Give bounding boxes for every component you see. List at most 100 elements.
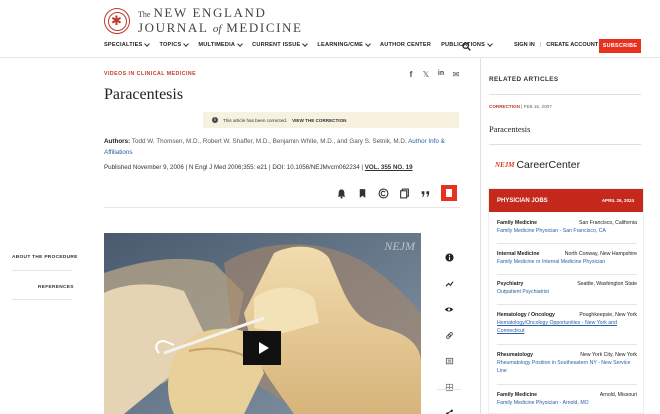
nav-label: CURRENT ISSUE [252,42,301,48]
logo-of: of [212,23,222,35]
divider [497,384,637,385]
nav-label: LEARNING/CME [317,42,364,48]
job-location: North Conway, New Hampshire [564,251,637,257]
alert-bell-icon[interactable] [336,188,347,199]
nejm-logo[interactable]: TheNEW ENGLAND JOURNAL of MEDICINE [104,6,303,35]
nav-specialties[interactable]: SPECIALTIES [104,41,151,48]
job-location: Poughkeepsie, New York [579,312,637,318]
nav-multimedia[interactable]: MULTIMEDIA [198,41,243,48]
subscribe-button[interactable]: SUBSCRIBE [599,39,641,53]
job-title-link[interactable]: Family Medicine Physician - San Francisc… [497,228,637,236]
job-listing[interactable]: Hematology / Oncology Poughkeepsie, New Y… [497,312,637,335]
correction-notice: i This article has been corrected. VIEW … [203,112,459,128]
job-location: Arnold, Missouri [599,392,637,398]
divider [104,207,460,208]
career-jobs-box: PHYSICIAN JOBS APRIL 26, 2024 Family Med… [488,188,644,414]
job-title-link[interactable]: Family Medicine Physician - Arnold, MO [497,400,637,408]
account-links: SIGN IN | CREATE ACCOUNT [514,42,598,48]
x-icon[interactable]: 𝕏 [422,70,430,79]
trending-icon[interactable] [439,273,459,293]
job-specialty: Internal Medicine [497,251,540,257]
video-watermark: NEJM [384,239,415,253]
career-nejm-mark: NEJM [495,161,515,169]
related-article-tag: CORRECTION [489,104,520,109]
divider [489,144,641,145]
info-icon[interactable] [439,247,459,267]
sidebar-link-references[interactable]: REFERENCES [38,285,74,290]
divider [497,274,637,275]
linkedin-icon[interactable]: in [437,70,445,79]
email-icon[interactable]: ✉ [452,70,460,79]
video-player[interactable]: NEJM [104,233,421,414]
job-listing[interactable]: Family Medicine Arnold, Missouri Family M… [497,392,637,408]
chevron-down-icon [237,41,243,47]
job-listing[interactable]: Family Medicine San Francisco, California… [497,220,637,236]
chevron-down-icon [365,41,371,47]
logo-the: The [138,10,151,19]
sidebar-link-about[interactable]: ABOUT THE PROCEDURE [12,255,78,260]
authors-label: Authors: [104,138,131,145]
physician-jobs-label: PHYSICIAN JOBS [497,197,548,204]
job-specialty: Family Medicine [497,220,538,226]
authors-block: Authors: Todd W. Thomsen, M.D., Robert W… [104,137,460,158]
sign-in-link[interactable]: SIGN IN [514,42,535,48]
eye-icon[interactable] [439,299,459,319]
grid-icon[interactable] [439,377,459,397]
quote-icon[interactable] [420,188,431,199]
physician-jobs-date: APRIL 26, 2024 [601,198,634,203]
divider [489,94,641,95]
view-correction-link[interactable]: VIEW THE CORRECTION [292,118,346,123]
job-specialty: Hematology / Oncology [497,312,555,318]
job-title-link[interactable]: Hematology/Oncology Opportunities - New … [497,320,637,335]
facebook-icon[interactable]: f [407,70,415,79]
create-account-link[interactable]: CREATE ACCOUNT [546,42,598,48]
copyright-icon[interactable] [378,188,389,199]
right-rail: RELATED ARTICLES CORRECTION | FEB 15, 20… [480,58,660,414]
pdf-button[interactable] [441,185,457,201]
job-listing[interactable]: Rheumatology New York City, New York Rheu… [497,352,637,375]
job-listing[interactable]: Psychiatry Seattle, Washington State Outp… [497,281,637,297]
search-icon[interactable] [462,42,471,51]
play-button[interactable] [243,331,281,365]
job-title-link[interactable]: Outpatient Psychiatrist [497,289,637,297]
job-specialty: Family Medicine [497,392,538,398]
share-icon[interactable] [439,403,459,414]
separator: | [539,42,542,48]
job-title-link[interactable]: Family Medicine or Internal Medicine Phy… [497,259,637,267]
authors-list[interactable]: Todd W. Thomsen, M.D., Robert W. Shaffer… [132,138,407,145]
divider [497,344,637,345]
link-icon[interactable] [439,325,459,345]
career-center-name: CareerCenter [516,159,581,171]
logo-medicine: MEDICINE [226,20,303,35]
nav-label: MULTIMEDIA [198,42,236,48]
nav-author-center[interactable]: AUTHOR CENTER [380,42,431,48]
career-center-logo[interactable]: NEJM CareerCenter [495,159,580,171]
nav-label: TOPICS [159,42,182,48]
nav-current-issue[interactable]: CURRENT ISSUE [252,41,309,48]
article-kicker[interactable]: VIDEOS IN CLINICAL MEDICINE [104,71,196,77]
sidebar-divider [12,299,72,300]
video-frame [104,233,421,414]
copy-icon[interactable] [399,188,410,199]
chevron-down-icon [183,41,190,47]
job-title-link[interactable]: Rheumatology Position in Southeastern NY… [497,360,637,375]
play-icon [258,342,269,354]
article-title: Paracentesis [104,86,184,103]
job-listing[interactable]: Internal Medicine North Conway, New Hamps… [497,251,637,267]
share-bar: f 𝕏 in ✉ [407,70,460,79]
nav-label: AUTHOR CENTER [380,42,432,48]
pdf-icon [446,189,452,197]
job-location: New York City, New York [580,352,637,358]
related-articles-heading: RELATED ARTICLES [489,76,559,83]
bookmark-icon[interactable] [357,188,368,199]
volume-link[interactable]: VOL. 355 NO. 19 [365,164,413,171]
related-article-date: FEB 15, 2007 [523,104,552,109]
info-icon: i [212,117,218,123]
divider [497,304,637,305]
chevron-down-icon [487,41,493,47]
correction-text: This article has been corrected. [223,117,288,123]
nav-topics[interactable]: TOPICS [159,41,190,48]
related-article-title[interactable]: Paracentesis [489,125,530,134]
nav-learning-cme[interactable]: LEARNING/CME [317,41,371,48]
comment-icon[interactable] [439,351,459,371]
